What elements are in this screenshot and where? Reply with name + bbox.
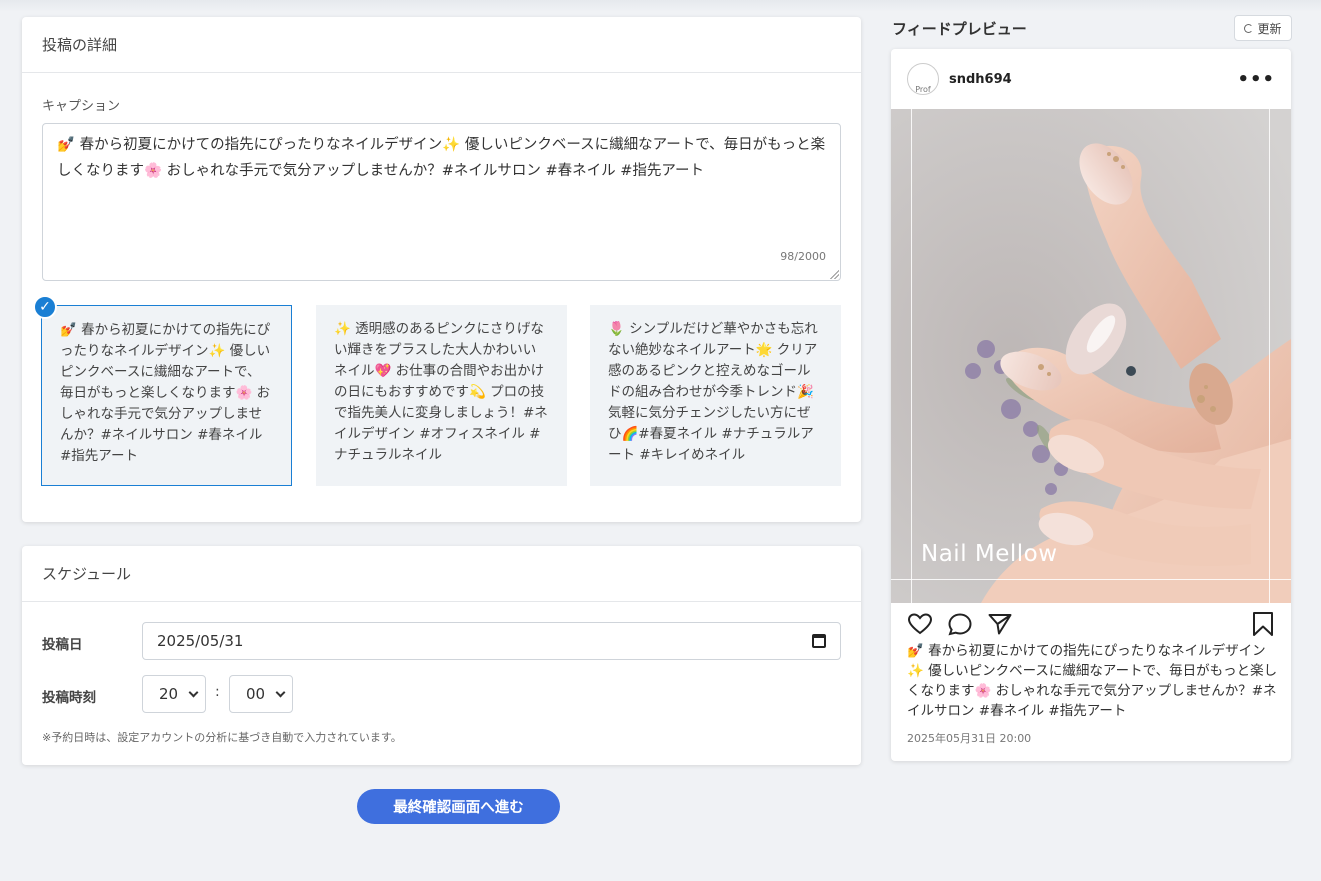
char-counter: 98/2000 <box>780 250 826 263</box>
post-details-card: 投稿の詳細 キャプション 💅 春から初夏にかけての指先にぴったりなネイルデザイン… <box>22 17 861 522</box>
feed-date: 2025年05月31日 20:00 <box>907 732 1032 745</box>
schedule-header: スケジュール <box>22 546 861 602</box>
chevron-down-icon <box>275 687 286 697</box>
grid-guide <box>911 109 912 603</box>
hour-select[interactable]: 20 <box>142 675 206 713</box>
caption-option-text: 🌷 シンプルだけど華やかさも忘れない絶妙なネイルアート🌟 クリア感のあるピンクと… <box>608 321 818 463</box>
avatar-alt: Prof <box>915 85 931 94</box>
feed-caption: 💅 春から初夏にかけての指先にぴったりなネイルデザイン✨ 優しいピンクベースに繊… <box>907 643 1278 719</box>
nail-photo-art <box>891 109 1291 603</box>
caption-textarea[interactable]: 💅 春から初夏にかけての指先にぴったりなネイルデザイン✨ 優しいピンクベースに繊… <box>42 123 841 281</box>
schedule-card: スケジュール 投稿日 2025/05/31 投稿時刻 20 : 00 ※予約日時… <box>22 546 861 765</box>
chevron-down-icon <box>188 687 199 697</box>
time-label: 投稿時刻 <box>42 690 96 706</box>
resize-handle[interactable] <box>830 270 839 279</box>
post-actions <box>907 611 1275 637</box>
feed-header: Prof sndh694 ••• <box>891 49 1291 109</box>
caption-label: キャプション <box>42 99 121 114</box>
username[interactable]: sndh694 <box>949 72 1012 87</box>
caption-option-2[interactable]: ✨ 透明感のあるピンクにさりげない輝きをプラスした大人かわいいネイル💖 お仕事の… <box>316 305 567 486</box>
date-label: 投稿日 <box>42 637 83 653</box>
time-colon: : <box>215 684 220 700</box>
image-brand-text: Nail Mellow <box>921 541 1058 567</box>
grid-guide <box>891 579 1291 580</box>
share-icon[interactable] <box>987 612 1013 636</box>
avatar: Prof <box>907 63 939 95</box>
top-shadow <box>0 0 1321 12</box>
caption-option-text: 💅 春から初夏にかけての指先にぴったりなネイルデザイン✨ 優しいピンクベースに繊… <box>60 322 271 464</box>
minute-select[interactable]: 00 <box>229 675 293 713</box>
heart-icon[interactable] <box>907 612 933 636</box>
caption-option-1[interactable]: 💅 春から初夏にかけての指先にぴったりなネイルデザイン✨ 優しいピンクベースに繊… <box>41 305 292 486</box>
details-header: 投稿の詳細 <box>22 17 861 73</box>
check-icon: ✓ <box>33 295 57 319</box>
minute-value: 00 <box>246 685 266 703</box>
proceed-button[interactable]: 最終確認画面へ進む <box>357 789 560 824</box>
refresh-label: 更新 <box>1257 21 1282 36</box>
bookmark-icon[interactable] <box>1251 611 1275 637</box>
calendar-icon[interactable] <box>812 634 826 648</box>
grid-guide <box>1269 109 1270 603</box>
caption-text: 💅 春から初夏にかけての指先にぴったりなネイルデザイン✨ 優しいピンクベースに繊… <box>57 137 826 179</box>
hour-value: 20 <box>159 685 179 703</box>
post-image: Nail Mellow <box>891 109 1291 603</box>
refresh-icon <box>1244 23 1254 33</box>
preview-title: フィードプレビュー <box>892 20 1027 38</box>
schedule-note: ※予約日時は、設定アカウントの分析に基づき自動で入力されています。 <box>42 731 402 744</box>
date-input[interactable]: 2025/05/31 <box>142 622 841 660</box>
feed-preview-card: Prof sndh694 ••• Nail Mellow 💅 春から初夏にかけて… <box>891 49 1291 761</box>
caption-option-3[interactable]: 🌷 シンプルだけど華やかさも忘れない絶妙なネイルアート🌟 クリア感のあるピンクと… <box>590 305 841 486</box>
more-icon[interactable]: ••• <box>1237 69 1275 90</box>
comment-icon[interactable] <box>947 612 973 636</box>
refresh-button[interactable]: 更新 <box>1234 15 1292 41</box>
date-value: 2025/05/31 <box>157 632 244 650</box>
caption-option-text: ✨ 透明感のあるピンクにさりげない輝きをプラスした大人かわいいネイル💖 お仕事の… <box>334 321 548 463</box>
